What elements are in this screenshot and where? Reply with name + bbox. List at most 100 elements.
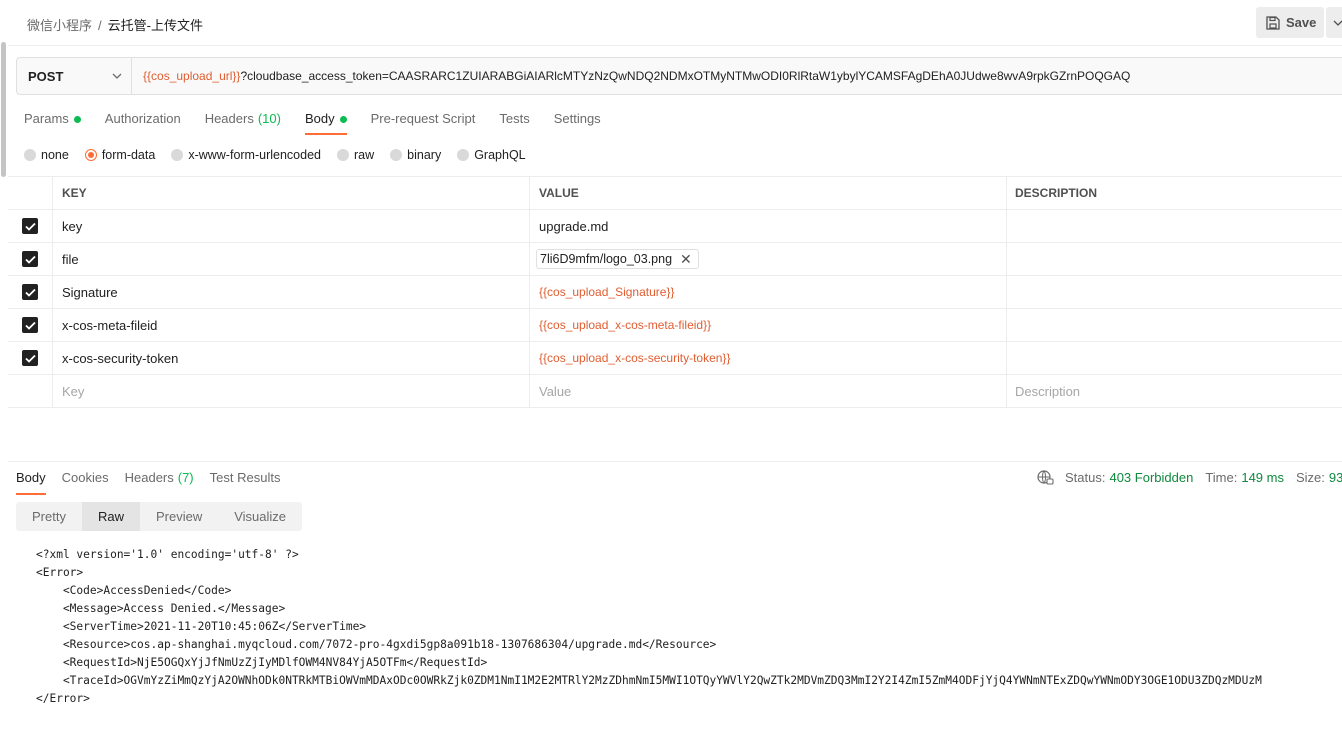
row-key[interactable]: x-cos-meta-fileid [53,309,530,341]
url-input[interactable]: {{cos_upload_url}}?cloudbase_access_toke… [132,69,1130,83]
radio-label: raw [354,148,375,162]
tab-settings[interactable]: Settings [554,111,601,133]
save-icon [1266,15,1280,30]
row-checkbox[interactable] [22,218,38,234]
save-button[interactable]: Save [1256,7,1324,38]
scrollbar[interactable] [0,0,7,729]
row-description[interactable] [1007,210,1342,242]
view-tab-raw[interactable]: Raw [81,502,140,531]
row-description[interactable] [1007,309,1342,341]
close-icon[interactable]: ✕ [680,251,692,268]
column-header-value: VALUE [530,177,1007,209]
row-checkbox[interactable] [22,284,38,300]
row-key[interactable]: key [53,210,530,242]
tab-body[interactable]: Body [304,111,347,135]
response-tab-headers-label: Headers [124,470,174,485]
tab-pre-request-script[interactable]: Pre-request Script [371,111,476,133]
tab-params[interactable]: Params [24,111,81,133]
radio-label: x-www-form-urlencoded [188,148,321,162]
row-value[interactable]: {{cos_upload_x-cos-security-token}} [530,342,1007,374]
method-label: POST [28,68,64,84]
row-checkbox[interactable] [22,350,38,366]
row-checkbox[interactable] [22,317,38,333]
radio-x-www-form-urlencoded[interactable]: x-www-form-urlencoded [171,148,321,162]
view-tab-visualize[interactable]: Visualize [218,502,302,531]
form-data-table: KEY VALUE DESCRIPTION key upgrade.md fil… [8,176,1342,408]
time-label: Time: [1205,470,1238,485]
tab-headers[interactable]: Headers (10) [205,111,281,133]
row-key[interactable]: Signature [53,276,530,308]
table-row: key upgrade.md [8,210,1342,243]
time-value[interactable]: 149 ms [1241,470,1284,485]
code-line: <Message>Access Denied.</Message> [36,602,286,615]
table-row: x-cos-security-token {{cos_upload_x-cos-… [8,342,1342,375]
row-checkbox[interactable] [22,251,38,267]
response-tab-test-results[interactable]: Test Results [210,470,281,492]
radio-graphql[interactable]: GraphQL [457,148,526,162]
table-header-row: KEY VALUE DESCRIPTION [8,177,1342,210]
row-description[interactable] [1007,342,1342,374]
row-value-variable: {{cos_upload_Signature}} [539,285,675,299]
row-key[interactable]: file [53,243,530,275]
response-divider[interactable] [8,461,1342,462]
scrollbar-thumb[interactable] [1,42,6,177]
radio-raw[interactable]: raw [337,148,374,162]
breadcrumb-parent[interactable]: 微信小程序 [27,18,92,33]
check-icon [24,354,36,363]
breadcrumb: 微信小程序 / 云托管-上传文件 [27,15,203,34]
tab-authorization[interactable]: Authorization [105,111,181,133]
response-tab-headers[interactable]: Headers (7) [125,470,194,492]
check-icon [24,255,36,264]
save-options-button[interactable] [1326,7,1342,38]
row-value[interactable]: 7li6D9mfm/logo_03.png ✕ [530,243,1007,275]
method-select[interactable]: POST [17,58,132,94]
new-key-input[interactable]: Key [53,375,530,407]
response-tab-body[interactable]: Body [16,470,46,495]
response-tab-cookies-label: Cookies [61,470,109,485]
code-line: <RequestId>NjE5OGQxYjJfNmUzZjIyMDlfOWM4N… [36,656,488,669]
url-variable: {{cos_upload_url}} [143,69,241,83]
row-description[interactable] [1007,276,1342,308]
response-body[interactable]: <?xml version='1.0' encoding='utf-8' ?> <… [36,546,1342,708]
response-view-tabs: Pretty Raw Preview Visualize [16,502,303,531]
response-status-bar: Status: 403 Forbidden Time: 149 ms Size:… [1037,470,1342,485]
row-value[interactable]: upgrade.md [530,210,1007,242]
size-value[interactable]: 934 [1329,470,1342,485]
radio-form-data[interactable]: form-data [84,148,156,162]
view-tab-preview[interactable]: Preview [140,502,218,531]
code-line: <Code>AccessDenied</Code> [36,584,232,597]
new-value-input[interactable]: Value [530,375,1007,407]
body-indicator-dot [339,116,347,123]
tab-params-label: Params [24,111,69,126]
table-row-new: Key Value Description [8,375,1342,408]
new-description-input[interactable]: Description [1007,375,1342,407]
response-tab-cookies[interactable]: Cookies [62,470,109,492]
column-header-key: KEY [53,177,530,209]
response-tab-test-results-label: Test Results [209,470,281,485]
radio-label: binary [407,148,442,162]
tab-pre-request-label: Pre-request Script [370,111,476,126]
radio-none[interactable]: none [24,148,69,162]
row-description[interactable] [1007,243,1342,275]
radio-binary[interactable]: binary [390,148,441,162]
radio-label: none [41,148,69,162]
breadcrumb-current[interactable]: 云托管-上传文件 [108,18,203,33]
url-bar: POST {{cos_upload_url}}?cloudbase_access… [16,57,1342,95]
radio-label: form-data [101,148,156,162]
params-indicator-dot [73,116,81,123]
save-label: Save [1286,15,1317,30]
row-value-variable: {{cos_upload_x-cos-security-token}} [539,351,731,365]
check-icon [24,321,36,330]
row-value[interactable]: {{cos_upload_x-cos-meta-fileid}} [530,309,1007,341]
code-line: <Error> [36,566,84,579]
row-value[interactable]: {{cos_upload_Signature}} [530,276,1007,308]
tab-tests[interactable]: Tests [499,111,529,133]
code-line: </Error> [36,692,90,705]
globe-icon[interactable] [1037,470,1054,485]
view-tab-pretty[interactable]: Pretty [16,502,82,531]
status-value[interactable]: 403 Forbidden [1109,470,1193,485]
code-line: <TraceId>OGVmYzZiMmQzYjA2OWNhODk0NTRkMTB… [36,674,1262,687]
url-query: ?cloudbase_access_token=CAASRARC1ZUIARAB… [240,69,1131,83]
tab-settings-label: Settings [553,111,601,126]
row-key[interactable]: x-cos-security-token [53,342,530,374]
